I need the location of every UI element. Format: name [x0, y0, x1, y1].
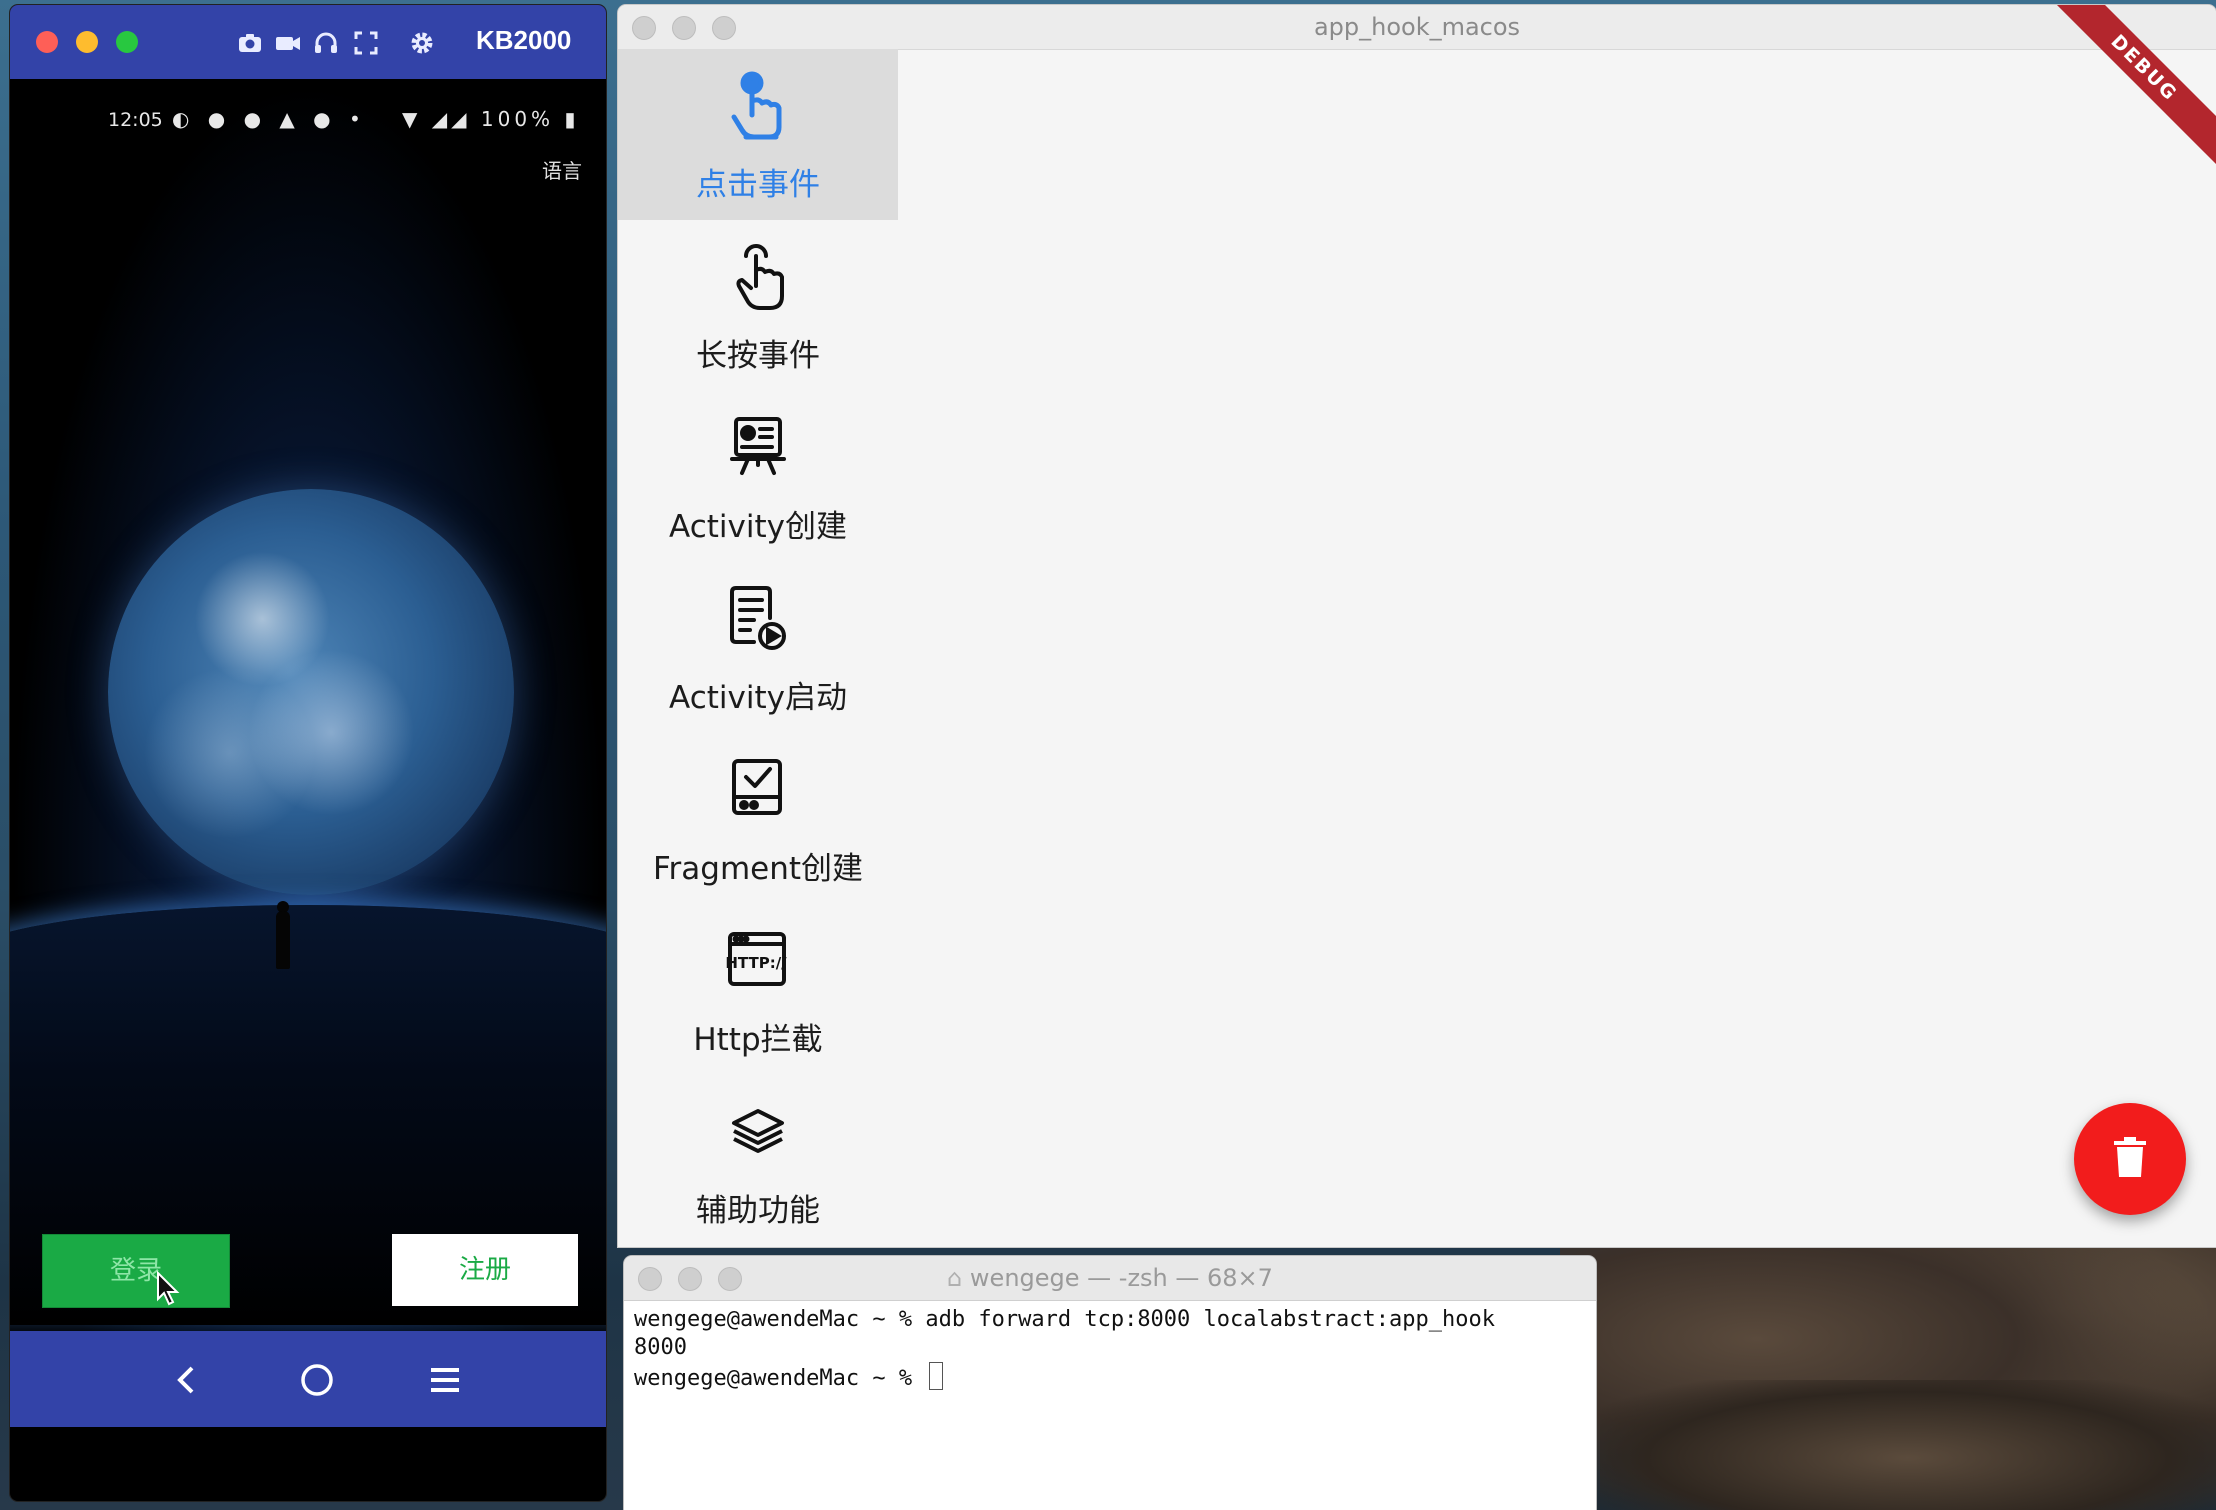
- battery-level: 100%: [480, 107, 555, 131]
- mirror-control-bar: [10, 1331, 606, 1427]
- menu-hamburger-icon[interactable]: [420, 1355, 470, 1405]
- phone-window-titlebar: KB2000: [10, 5, 606, 79]
- signal-icon: ◢◢: [431, 107, 471, 131]
- tap-icon: [718, 65, 798, 145]
- home-circle-icon[interactable]: [292, 1355, 342, 1405]
- navigation-rail: 点击事件 长按事件 Activity创建 Activity启动 Fragment…: [618, 49, 898, 1247]
- desktop-wallpaper-rocks: [1600, 1380, 2216, 1510]
- phone-screen[interactable]: 12:05 ◐ ● ● ▲ ● • ▼ ◢◢ 100% ▮ 语言 登录 注册: [10, 79, 606, 1406]
- terminal-output[interactable]: wengege@awendeMac ~ % adb forward tcp:80…: [634, 1306, 1584, 1393]
- nav-item-label: 长按事件: [696, 338, 820, 374]
- nav-item-label: 点击事件: [696, 167, 820, 203]
- nav-item-label: Http拦截: [693, 1022, 823, 1058]
- terminal-title-text: wengege — -zsh — 68×7: [969, 1264, 1273, 1292]
- nav-item-accessibility[interactable]: 辅助功能: [618, 1075, 898, 1246]
- status-time: 12:05: [108, 109, 163, 131]
- phone-mirror-window: KB2000 12:05 ◐ ● ● ▲ ● • ▼ ◢◢ 100% ▮ 语言 …: [10, 5, 606, 1501]
- zoom-window-button[interactable]: [116, 31, 138, 53]
- nav-item-http-intercept[interactable]: HTTP:// Http拦截: [618, 904, 898, 1075]
- svg-text:HTTP://: HTTP://: [725, 954, 787, 972]
- register-button[interactable]: 注册: [392, 1234, 578, 1306]
- nav-item-fragment-create[interactable]: Fragment创建: [618, 733, 898, 904]
- document-play-icon: [718, 578, 798, 658]
- nav-item-long-press[interactable]: 长按事件: [618, 220, 898, 391]
- terminal-title: ⌂ wengege — -zsh — 68×7: [624, 1264, 1596, 1292]
- headphones-icon[interactable]: [312, 29, 340, 57]
- person-silhouette: [276, 911, 290, 969]
- nav-item-click-event[interactable]: 点击事件: [618, 49, 898, 220]
- nav-item-activity-start[interactable]: Activity启动: [618, 562, 898, 733]
- checkbox-screen-icon: [718, 749, 798, 829]
- nav-item-label: Activity创建: [669, 509, 847, 545]
- terminal-titlebar: ⌂ wengege — -zsh — 68×7: [624, 1256, 1596, 1301]
- app-window: app_hook_macos 点击事件 长按事件 Activity创建 Acti…: [618, 5, 2216, 1247]
- window-title: app_hook_macos: [1313, 13, 1521, 41]
- minimize-window-button[interactable]: [76, 31, 98, 53]
- wifi-icon: ▼: [402, 107, 422, 131]
- terminal-window: ⌂ wengege — -zsh — 68×7 wengege@awendeMa…: [624, 1256, 1596, 1510]
- battery-icon: ▮: [564, 107, 580, 131]
- terminal-line: wengege@awendeMac ~ %: [634, 1366, 926, 1391]
- status-right-icons: ▼ ◢◢ 100% ▮: [402, 107, 579, 131]
- terminal-line: 8000: [634, 1335, 687, 1360]
- layers-icon: [718, 1091, 798, 1171]
- close-window-button[interactable]: [36, 31, 58, 53]
- nav-item-label: Fragment创建: [652, 851, 864, 887]
- video-record-icon[interactable]: [274, 29, 302, 57]
- app-window-titlebar: app_hook_macos: [618, 5, 2216, 50]
- trash-icon: [2114, 1137, 2146, 1177]
- device-name: KB2000: [476, 25, 572, 55]
- language-link[interactable]: 语言: [542, 155, 582, 184]
- http-icon: HTTP://: [718, 920, 798, 1000]
- long-press-icon: [718, 236, 798, 316]
- fullscreen-icon[interactable]: [352, 29, 380, 57]
- delete-fab-button[interactable]: [2074, 1103, 2186, 1215]
- earth-image: [108, 489, 514, 895]
- home-icon: ⌂: [947, 1264, 970, 1292]
- terminal-cursor: [929, 1362, 944, 1390]
- notification-icons: ◐ ● ● ▲ ● •: [172, 107, 367, 131]
- android-status-bar: 12:05 ◐ ● ● ▲ ● • ▼ ◢◢ 100% ▮: [10, 101, 606, 141]
- back-chevron-icon[interactable]: [162, 1355, 212, 1405]
- camera-icon[interactable]: [236, 29, 264, 57]
- nav-item-activity-create[interactable]: Activity创建: [618, 391, 898, 562]
- login-button[interactable]: 登录: [42, 1234, 230, 1308]
- terminal-line: wengege@awendeMac ~ % adb forward tcp:80…: [634, 1307, 1495, 1332]
- nav-item-label: Activity启动: [669, 680, 847, 716]
- presentation-icon: [718, 407, 798, 487]
- gear-icon[interactable]: [408, 29, 436, 57]
- nav-item-label: 辅助功能: [696, 1193, 820, 1229]
